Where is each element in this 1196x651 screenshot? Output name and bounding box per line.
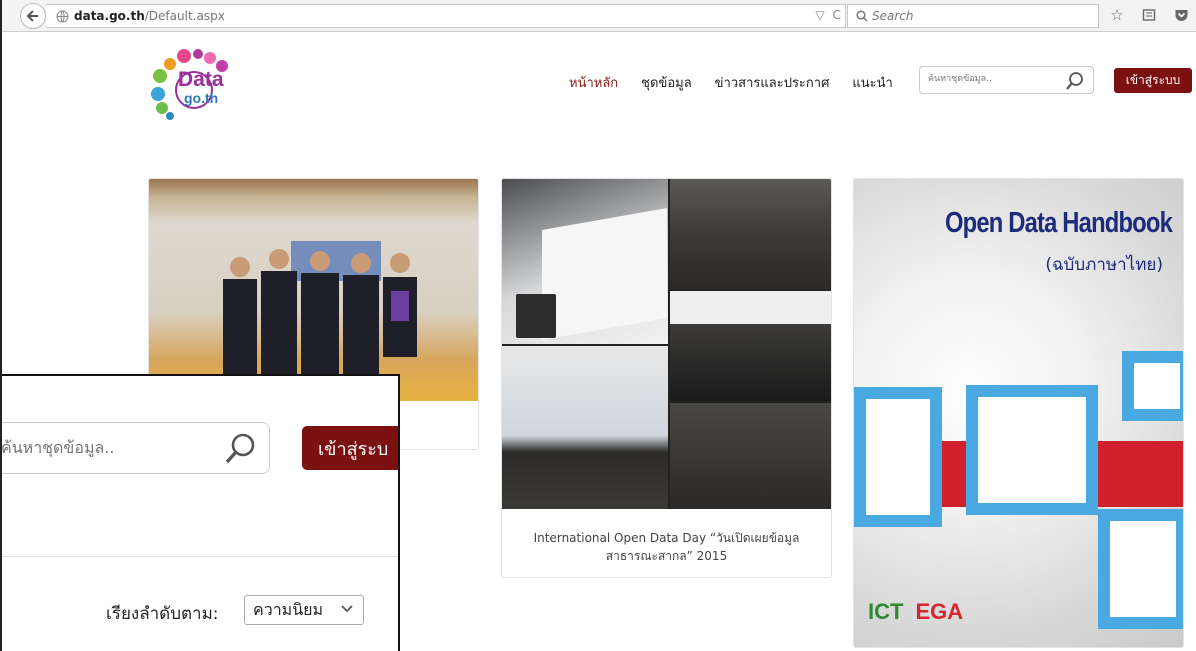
sort-select[interactable]: ความนิยม bbox=[244, 595, 364, 625]
nav-item-about[interactable]: แนะนำ bbox=[852, 72, 892, 93]
browser-window: data.go.th/Default.aspx ▽ C Search ☆ Dat… bbox=[0, 0, 1196, 651]
sort-label: เรียงลำดับตาม: bbox=[106, 604, 219, 624]
reload-icon[interactable]: C bbox=[833, 8, 841, 22]
url-bar[interactable]: data.go.th/Default.aspx ▽ C bbox=[46, 4, 846, 28]
photo-tile-audience bbox=[670, 179, 831, 289]
sort-select-value: ความนิยม bbox=[253, 599, 324, 619]
dataset-search-input[interactable] bbox=[928, 74, 1058, 84]
toolbar-icons: ☆ bbox=[1108, 6, 1190, 24]
sponsor-logos: ICT EGA bbox=[868, 599, 963, 625]
back-button[interactable] bbox=[20, 3, 46, 29]
zoom-search-box bbox=[2, 422, 270, 474]
news-card-open-data-day[interactable]: International Open Data Day “วันเปิดเผยข… bbox=[501, 178, 832, 578]
zoom-inset: เข้าสู่ระบ เรียงลำดับตาม: ความนิยม bbox=[2, 374, 400, 651]
url-controls: ▽ C bbox=[815, 8, 841, 22]
pocket-icon[interactable] bbox=[1172, 6, 1190, 24]
photo-tile-banner bbox=[502, 179, 668, 344]
logo-text-data: Data bbox=[178, 68, 224, 91]
conference-photo bbox=[149, 179, 478, 401]
back-arrow-icon bbox=[26, 10, 38, 22]
zoom-search-input[interactable] bbox=[2, 438, 201, 457]
blue-square-right bbox=[1122, 351, 1183, 421]
handbook-cover: Open Data Handbook (ฉบับภาษาไทย) ICT EGA bbox=[854, 179, 1183, 647]
photo-tile-crowd bbox=[670, 403, 831, 509]
blue-square-bottom bbox=[1098, 509, 1183, 629]
browser-toolbar: data.go.th/Default.aspx ▽ C Search ☆ bbox=[2, 0, 1196, 32]
bookmark-star-icon[interactable]: ☆ bbox=[1108, 6, 1126, 24]
chevron-down-icon bbox=[341, 605, 353, 613]
card-caption-open-data-day: International Open Data Day “วันเปิดเผยข… bbox=[533, 531, 800, 563]
photo-tile-wall bbox=[502, 346, 668, 509]
nav-item-home[interactable]: หน้าหลัก bbox=[569, 72, 618, 93]
handbook-subtitle: (ฉบับภาษาไทย) bbox=[1045, 255, 1163, 275]
ict-logo: ICT bbox=[868, 599, 904, 624]
nav-item-datasets[interactable]: ชุดข้อมูล bbox=[641, 72, 692, 93]
photo-tile-panel bbox=[670, 291, 831, 401]
login-button[interactable]: เข้าสู่ระบบ bbox=[1114, 68, 1192, 93]
ega-logo: EGA bbox=[915, 599, 964, 624]
dropdown-arrow-icon[interactable]: ▽ bbox=[815, 8, 824, 22]
browser-search-box[interactable]: Search bbox=[847, 4, 1099, 28]
people-illustration bbox=[223, 241, 417, 386]
site-logo[interactable]: Data go.th bbox=[148, 46, 238, 122]
search-icon bbox=[856, 10, 868, 22]
handbook-card[interactable]: Open Data Handbook (ฉบับภาษาไทย) ICT EGA bbox=[853, 178, 1184, 648]
globe-icon bbox=[56, 10, 69, 23]
browser-search-placeholder: Search bbox=[872, 9, 914, 23]
blue-square-left bbox=[854, 387, 942, 527]
zoom-login-button[interactable]: เข้าสู่ระบ bbox=[302, 426, 398, 470]
reading-list-icon[interactable] bbox=[1140, 6, 1158, 24]
url-path: /Default.aspx bbox=[144, 9, 225, 23]
url-domain: data.go.th bbox=[74, 9, 145, 23]
search-icon[interactable] bbox=[1065, 71, 1085, 91]
main-nav: หน้าหลัก ชุดข้อมูล ข่าวสารและประกาศ แนะน… bbox=[569, 72, 893, 93]
divider bbox=[2, 556, 398, 557]
search-icon[interactable] bbox=[223, 432, 257, 466]
event-photo-collage bbox=[502, 179, 831, 509]
dataset-search-box bbox=[919, 66, 1094, 94]
blue-square-center bbox=[966, 385, 1098, 515]
nav-item-news[interactable]: ข่าวสารและประกาศ bbox=[715, 72, 830, 93]
url-text: data.go.th/Default.aspx bbox=[74, 9, 225, 23]
handbook-title: Open Data Handbook bbox=[944, 207, 1173, 239]
logo-text-gothai: go.th bbox=[184, 90, 219, 106]
